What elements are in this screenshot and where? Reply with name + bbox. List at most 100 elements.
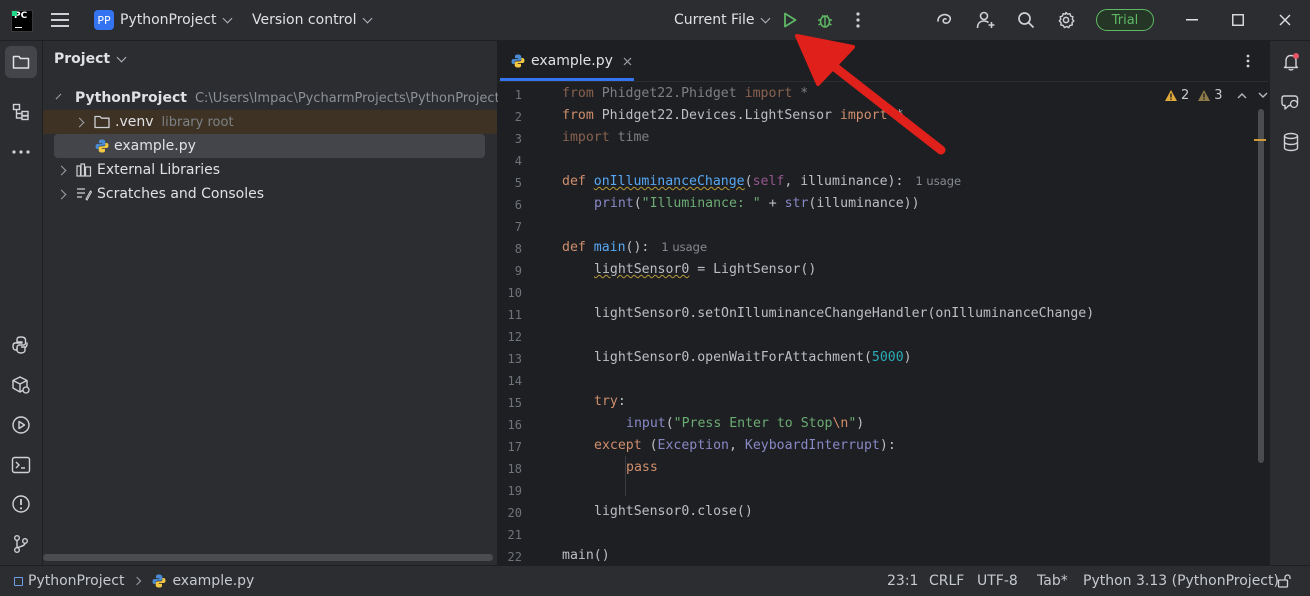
more-actions-vertical-icon[interactable] [850, 10, 866, 30]
structure-tool-icon[interactable] [11, 102, 31, 122]
version-control-label: Version control [252, 12, 357, 28]
project-tool-window: Project PythonProject C:\Users\Impac\Pyc… [43, 41, 500, 565]
close-tab-icon[interactable] [623, 57, 632, 66]
chevron-down-icon [363, 13, 373, 23]
external-libraries-label: External Libraries [97, 162, 220, 178]
caret-position[interactable]: 23:1 [887, 566, 918, 596]
trial-button[interactable]: Trial [1096, 9, 1154, 31]
code-line: import time [562, 130, 650, 145]
module-square-icon [14, 576, 23, 586]
project-tool-folder-icon[interactable] [5, 46, 37, 78]
tree-item-example-file[interactable]: example.py [54, 134, 485, 158]
project-panel-header[interactable]: Project [54, 51, 127, 67]
version-control-git-icon[interactable] [10, 533, 32, 555]
line-separator[interactable]: CRLF [929, 566, 964, 596]
editor-tab-bar: example.py [498, 41, 1268, 82]
code-line: try: [594, 394, 626, 409]
usage-hint: 1 usage [661, 240, 708, 254]
settings-gear-icon[interactable] [1056, 10, 1076, 30]
pycharm-logo-icon[interactable]: PC [11, 10, 33, 32]
read-only-lock-icon[interactable] [1277, 566, 1291, 596]
library-icon [76, 163, 92, 177]
horizontal-scrollbar[interactable] [43, 554, 493, 561]
project-root-name: PythonProject [75, 90, 187, 106]
expand-arrow-right-icon[interactable] [74, 117, 85, 127]
code-line: input("Press Enter to Stop\n") [626, 416, 865, 431]
code-line: from Phidget22.Phidget import * [562, 86, 809, 101]
scratches-label: Scratches and Consoles [97, 186, 264, 202]
next-problem-chevron-down-icon[interactable] [1258, 92, 1268, 99]
ai-chat-icon[interactable] [1280, 91, 1302, 113]
expand-arrow-down-icon[interactable] [55, 93, 62, 100]
code-line: main() [562, 548, 610, 563]
python-file-icon [95, 139, 109, 153]
python-interpreter[interactable]: Python 3.13 (PythonProject) [1083, 566, 1279, 596]
tree-item-external-libraries[interactable]: External Libraries [43, 158, 497, 182]
warning-stripe-marker[interactable] [1254, 139, 1266, 141]
python-packages-icon[interactable] [10, 334, 32, 356]
project-badge: PP [94, 10, 114, 30]
chevron-down-icon [116, 52, 127, 62]
code-line: except (Exception, KeyboardInterrupt): [594, 438, 896, 453]
ai-assistant-spiral-icon[interactable] [935, 10, 955, 30]
version-control-menu[interactable]: Version control [252, 0, 373, 40]
editor-area: example.py 2 3 1 2 3 4 5 6 7 8 9 10 11 1… [498, 41, 1268, 565]
file-encoding[interactable]: UTF-8 [977, 566, 1018, 596]
expand-arrow-right-icon[interactable] [56, 189, 67, 199]
code-area[interactable]: from Phidget22.Phidget import * from Phi… [498, 82, 1248, 565]
breadcrumb-separator-icon [133, 576, 142, 586]
tree-item-scratches[interactable]: Scratches and Consoles [43, 182, 497, 206]
run-tool-window-icon[interactable] [10, 414, 32, 436]
tab-options-vertical-icon[interactable] [1240, 53, 1256, 69]
close-window-icon[interactable] [1275, 10, 1295, 30]
title-bar: PC PP PythonProject Version control Curr… [0, 0, 1310, 41]
vertical-scrollbar[interactable] [1258, 109, 1264, 463]
more-tool-windows-icon[interactable] [11, 142, 31, 162]
maximize-window-icon[interactable] [1228, 10, 1248, 30]
project-root-path: C:\Users\Impac\PycharmProjects\PythonPro… [194, 90, 500, 106]
main-menu-hamburger-icon[interactable] [50, 10, 70, 30]
scratches-icon [77, 188, 92, 201]
expand-arrow-right-icon[interactable] [56, 165, 67, 175]
services-icon[interactable] [10, 374, 32, 396]
run-configuration-label: Current File [674, 12, 755, 28]
code-line: def onIlluminanceChange(self, illuminanc… [562, 174, 962, 189]
venv-folder-name: .venv [115, 114, 154, 130]
python-file-icon [152, 574, 166, 588]
tree-item-project-root[interactable]: PythonProject C:\Users\Impac\PycharmProj… [43, 86, 500, 110]
chevron-down-icon [222, 13, 233, 23]
right-tool-window-bar [1269, 41, 1310, 565]
venv-hint: library root [161, 114, 234, 130]
problems-icon[interactable] [10, 493, 32, 515]
code-line: lightSensor0.setOnIlluminanceChangeHandl… [594, 306, 1095, 321]
indent-setting[interactable]: Tab* [1037, 566, 1068, 596]
python-file-icon [511, 54, 525, 68]
usage-hint: 1 usage [915, 174, 962, 188]
chevron-down-icon [761, 13, 771, 23]
status-bar: PythonProject example.py 23:1 CRLF UTF-8… [0, 565, 1310, 596]
add-user-icon[interactable] [975, 10, 997, 30]
notifications-bell-icon[interactable] [1280, 51, 1302, 73]
active-tab-underline [500, 78, 634, 81]
debug-bug-icon[interactable] [815, 10, 835, 30]
search-icon[interactable] [1016, 10, 1036, 30]
terminal-icon[interactable] [10, 454, 32, 476]
code-line: lightSensor0 = LightSensor() [594, 262, 817, 277]
code-line: from Phidget22.Devices.LightSensor impor… [562, 108, 904, 123]
project-switcher[interactable]: PP PythonProject [94, 0, 233, 40]
editor-tab-example-py[interactable]: example.py [498, 41, 634, 81]
code-line: print("Illuminance: " + str(illuminance)… [594, 196, 920, 211]
tree-item-venv[interactable]: .venv library root [43, 110, 497, 134]
code-line: lightSensor0.close() [594, 504, 753, 519]
breadcrumb: PythonProject example.py [14, 566, 254, 596]
breadcrumb-file[interactable]: example.py [172, 573, 254, 589]
run-configuration-selector[interactable]: Current File [674, 0, 771, 40]
project-name: PythonProject [120, 12, 217, 28]
database-icon[interactable] [1280, 131, 1302, 153]
run-icon[interactable] [780, 10, 800, 30]
file-name: example.py [114, 138, 196, 154]
folder-icon [94, 115, 110, 129]
left-tool-window-bar [0, 41, 43, 565]
breadcrumb-project[interactable]: PythonProject [28, 573, 124, 589]
minimize-window-icon[interactable] [1182, 10, 1202, 30]
